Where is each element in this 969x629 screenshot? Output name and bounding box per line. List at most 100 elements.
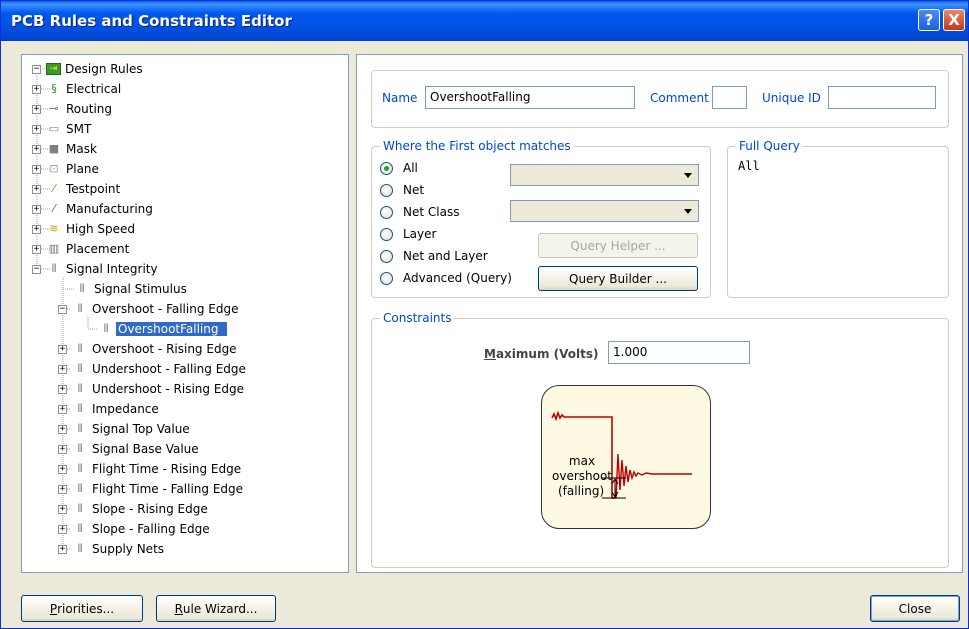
- expand-icon[interactable]: +: [58, 544, 67, 554]
- expand-icon[interactable]: +: [58, 524, 67, 534]
- expand-icon[interactable]: +: [32, 144, 41, 154]
- tree-item-undershoot-rising-edge[interactable]: + ⫴ Undershoot - Rising Edge: [58, 379, 246, 399]
- expand-icon[interactable]: +: [32, 124, 41, 134]
- maximum-volts-label: Maximum (Volts): [484, 347, 598, 361]
- signal-icon: ⫴: [77, 382, 83, 395]
- manufacturing-icon: ⁄: [53, 202, 55, 215]
- net-select[interactable]: [510, 164, 699, 186]
- expand-icon[interactable]: +: [58, 404, 67, 414]
- tree-item-manufacturing[interactable]: + ⁄ Manufacturing: [32, 199, 155, 219]
- rule-details-panel: Name OvershootFalling Comment Unique ID …: [356, 54, 963, 573]
- signal-icon: ⫴: [77, 482, 83, 495]
- query-builder-button[interactable]: Query Builder ...: [538, 266, 698, 291]
- rule-name-group: Name OvershootFalling Comment Unique ID: [371, 70, 949, 128]
- tree-item-electrical[interactable]: + § Electrical: [32, 79, 123, 99]
- diagram-label-overshoot: overshoot: [552, 469, 613, 483]
- tree-item-slope-falling-edge[interactable]: + ⫴ Slope - Falling Edge: [58, 519, 212, 539]
- rules-tree[interactable]: − ⇥ Design Rules + § Electrical + ⊸ Rout…: [21, 54, 349, 573]
- chevron-down-icon: [684, 173, 692, 178]
- tree-item-placement[interactable]: + ▥ Placement: [32, 239, 131, 259]
- close-icon: X: [948, 11, 960, 29]
- expand-icon[interactable]: +: [32, 164, 41, 174]
- collapse-icon[interactable]: −: [32, 264, 41, 274]
- priorities-button[interactable]: Priorities...: [21, 595, 143, 622]
- tree-item-slope-rising-edge[interactable]: + ⫴ Slope - Rising Edge: [58, 499, 210, 519]
- tree-item-undershoot-falling-edge[interactable]: + ⫴ Undershoot - Falling Edge: [58, 359, 248, 379]
- comment-input[interactable]: [712, 86, 747, 109]
- expand-icon[interactable]: +: [58, 504, 67, 514]
- diagram-label-max: max: [568, 454, 596, 468]
- expand-icon[interactable]: +: [32, 104, 41, 114]
- rule-wizard-mnemonic: R: [174, 601, 183, 616]
- tree-item-signal-top-value[interactable]: + ⫴ Signal Top Value: [58, 419, 192, 439]
- close-window-button[interactable]: X: [943, 9, 965, 31]
- dialog-window: PCB Rules and Constraints Editor ? X − ⇥…: [0, 0, 969, 629]
- maximum-volts-input[interactable]: 1.000: [608, 341, 750, 364]
- radio-layer[interactable]: [380, 228, 393, 241]
- query-helper-button[interactable]: Query Helper ...: [538, 233, 698, 258]
- help-button[interactable]: ?: [918, 9, 940, 31]
- expand-icon[interactable]: +: [32, 204, 41, 214]
- tree-item-design-rules[interactable]: − ⇥ Design Rules: [32, 59, 145, 79]
- full-query-title: Full Query: [736, 139, 803, 153]
- expand-icon[interactable]: +: [58, 344, 67, 354]
- signal-icon: ⫴: [51, 262, 57, 275]
- plane-icon: ⊡: [49, 162, 59, 175]
- signal-icon: ⫴: [77, 502, 83, 515]
- collapse-icon[interactable]: −: [58, 304, 67, 314]
- tree-item-testpoint[interactable]: + ⁄ Testpoint: [32, 179, 122, 199]
- smt-icon: ▭: [48, 122, 60, 135]
- tree-item-overshoot-rising-edge[interactable]: + ⫴ Overshoot - Rising Edge: [58, 339, 239, 359]
- first-object-group: Where the First object matches All Net N…: [371, 139, 711, 298]
- tree-item-signal-base-value[interactable]: + ⫴ Signal Base Value: [58, 439, 201, 459]
- radio-net-label: Net: [403, 183, 425, 197]
- tree-item-smt[interactable]: + ▭ SMT: [32, 119, 93, 139]
- tree-item-routing[interactable]: + ⊸ Routing: [32, 99, 114, 119]
- tree-item-flight-time-falling-edge[interactable]: + ⫴ Flight Time - Falling Edge: [58, 479, 245, 499]
- tree-item-supply-nets[interactable]: + ⫴ Supply Nets: [58, 539, 166, 559]
- signal-icon: ⫴: [77, 402, 83, 415]
- net-class-select[interactable]: [510, 200, 699, 222]
- tree-item-impedance[interactable]: + ⫴ Impedance: [58, 399, 161, 419]
- tree-item-plane[interactable]: + ⊡ Plane: [32, 159, 101, 179]
- radio-net-class[interactable]: [380, 206, 393, 219]
- maximum-mnemonic: M: [484, 347, 496, 361]
- expand-icon[interactable]: +: [58, 364, 67, 374]
- unique-id-input[interactable]: [828, 86, 936, 109]
- help-icon: ?: [924, 11, 934, 29]
- radio-advanced-query[interactable]: [380, 272, 393, 285]
- radio-net[interactable]: [380, 184, 393, 197]
- maximum-volts-label-text: aximum (Volts): [495, 347, 599, 361]
- name-label: Name: [382, 91, 418, 105]
- collapse-icon[interactable]: −: [32, 64, 41, 74]
- tree-item-mask[interactable]: + ■ Mask: [32, 139, 99, 159]
- signal-icon: ⫴: [77, 302, 83, 315]
- close-button[interactable]: Close: [870, 595, 960, 622]
- signal-icon: ⫴: [77, 342, 83, 355]
- expand-icon[interactable]: +: [58, 384, 67, 394]
- signal-icon: ⫴: [77, 542, 83, 555]
- signal-icon: ⫴: [77, 422, 83, 435]
- tree-item-signal-stimulus[interactable]: ⫴ Signal Stimulus: [74, 279, 189, 299]
- tree-item-signal-integrity[interactable]: − ⫴ Signal Integrity: [32, 259, 160, 279]
- expand-icon[interactable]: +: [32, 244, 41, 254]
- expand-icon[interactable]: +: [58, 464, 67, 474]
- tree-item-overshoot-falling-edge[interactable]: − ⫴ Overshoot - Falling Edge: [58, 299, 240, 319]
- rule-wizard-button[interactable]: Rule Wizard...: [156, 595, 276, 622]
- expand-icon[interactable]: +: [58, 444, 67, 454]
- expand-icon[interactable]: +: [58, 484, 67, 494]
- name-input[interactable]: OvershootFalling: [425, 86, 635, 109]
- radio-all[interactable]: [380, 162, 393, 175]
- tree-item-high-speed[interactable]: + ≋ High Speed: [32, 219, 137, 239]
- expand-icon[interactable]: +: [32, 224, 41, 234]
- priorities-mnemonic: P: [49, 601, 58, 616]
- tree-item-flight-time-rising-edge[interactable]: + ⫴ Flight Time - Rising Edge: [58, 459, 243, 479]
- first-object-title: Where the First object matches: [380, 139, 574, 153]
- expand-icon[interactable]: +: [58, 424, 67, 434]
- placement-icon: ▥: [48, 242, 60, 255]
- constraints-title: Constraints: [380, 311, 455, 325]
- expand-icon[interactable]: +: [32, 184, 41, 194]
- radio-net-and-layer[interactable]: [380, 250, 393, 263]
- tree-item-overshootfalling[interactable]: ⫴ OvershootFalling: [98, 319, 227, 339]
- expand-icon[interactable]: +: [32, 84, 41, 94]
